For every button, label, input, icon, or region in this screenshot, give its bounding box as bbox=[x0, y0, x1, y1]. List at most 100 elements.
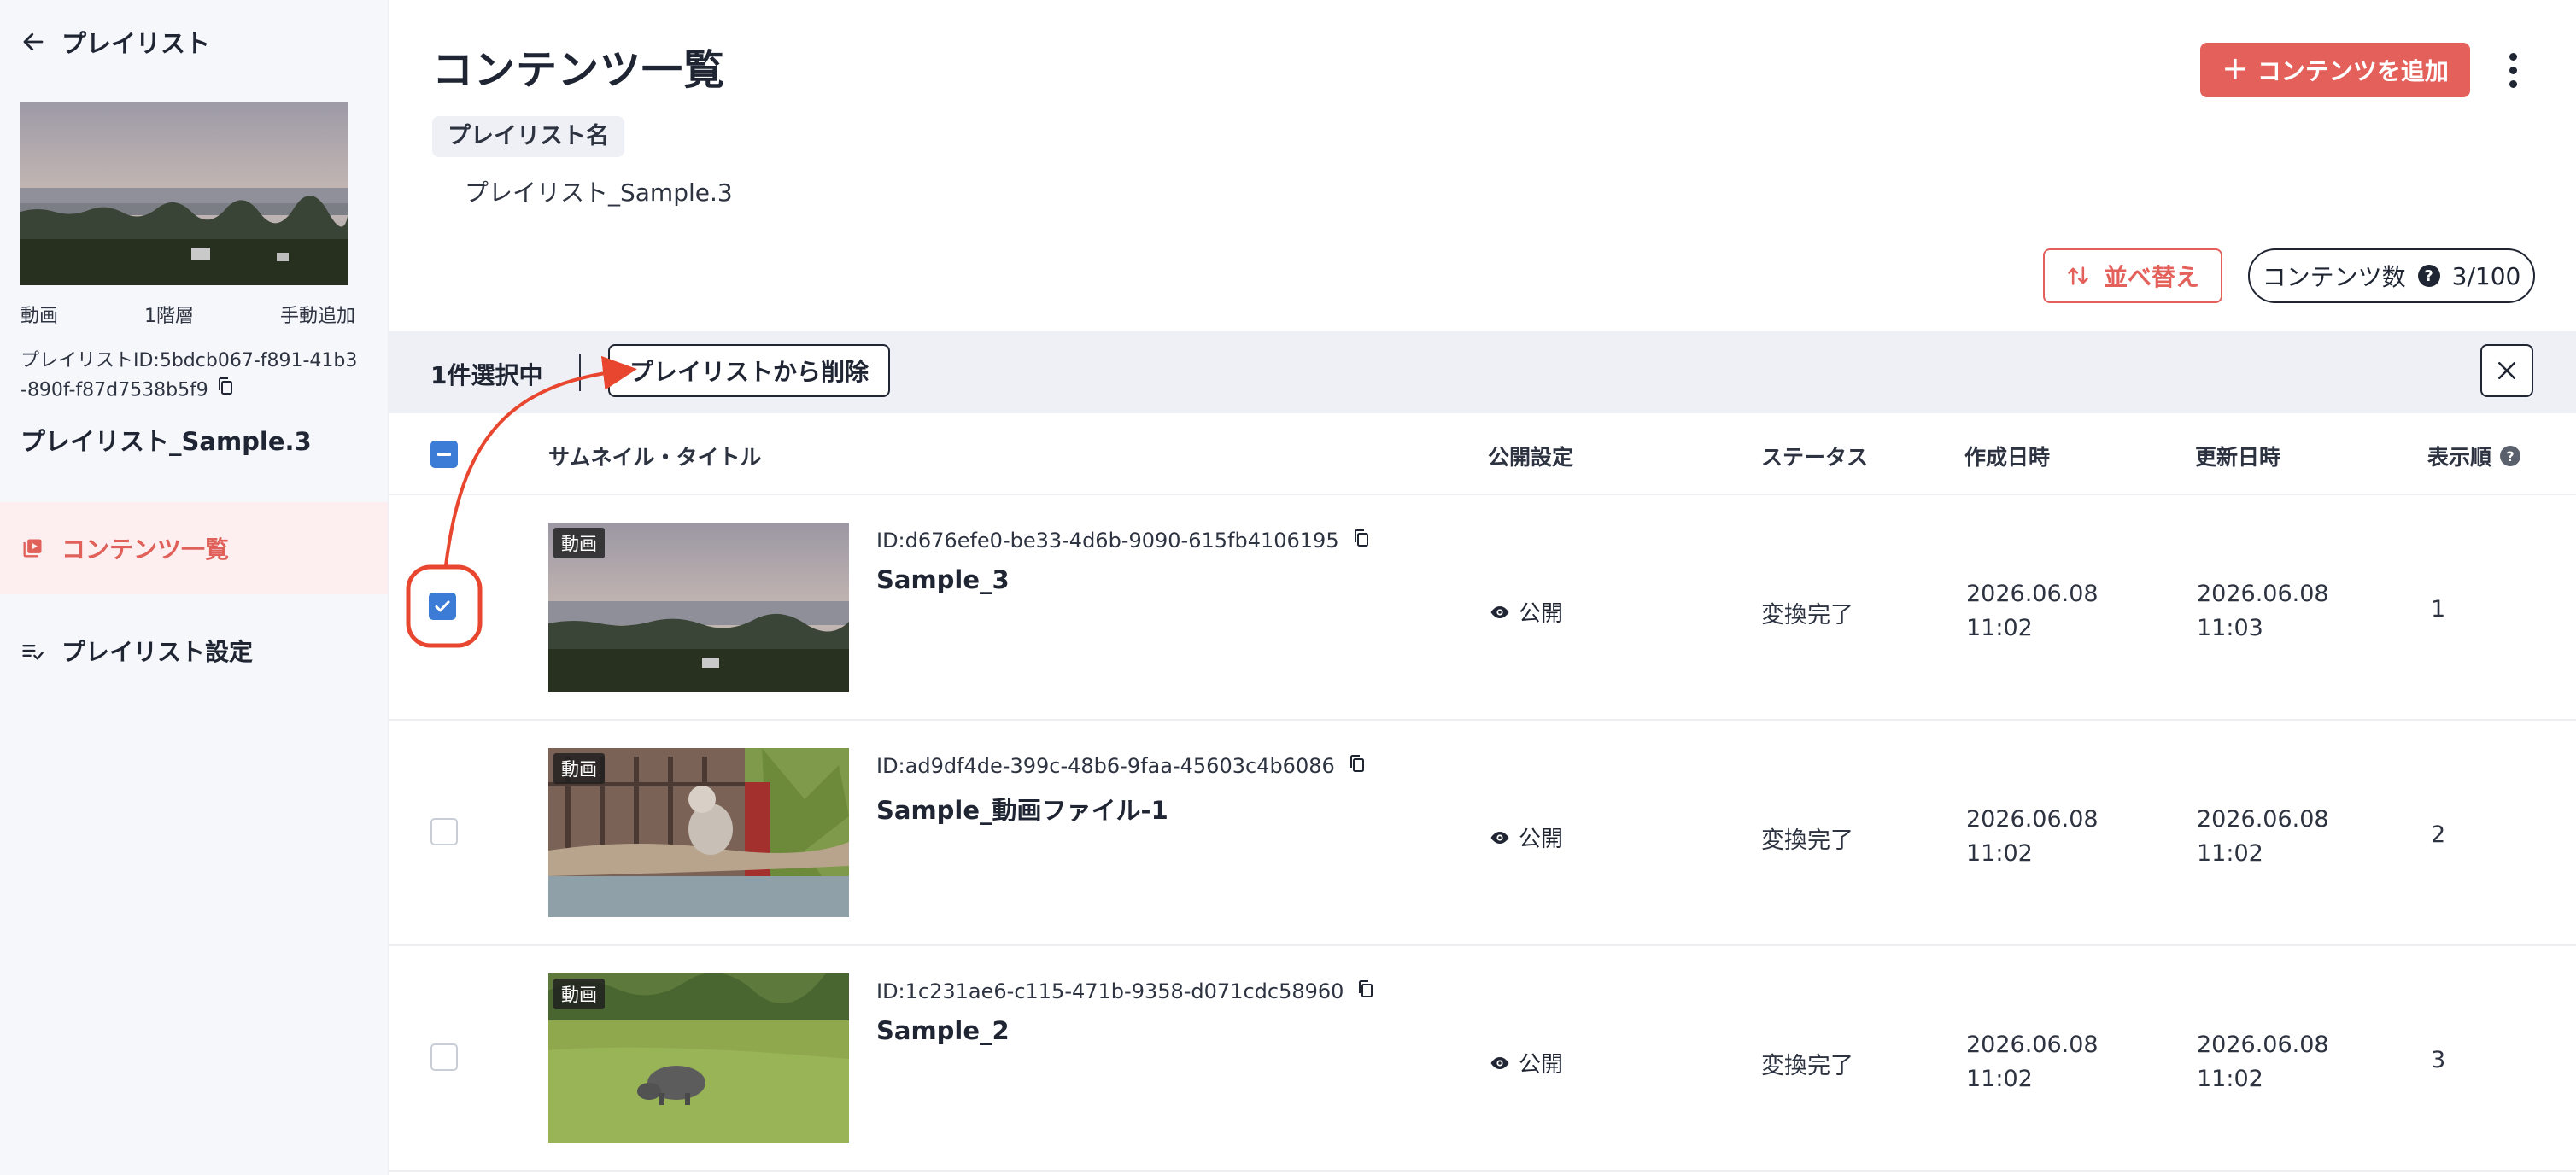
page-title: コンテンツ一覧 bbox=[432, 46, 726, 94]
table-row[interactable]: 動画 ID:ad9df4de-399c-48b6-9faa-45603c4b60… bbox=[389, 721, 2576, 946]
content-id: ID:1c231ae6-c115-471b-9358-d071cdc58960 bbox=[876, 979, 1376, 1004]
add-content-button[interactable]: + コンテンツを追加 bbox=[2200, 43, 2470, 97]
table-header: サムネイル・タイトル 公開設定 ステータス 作成日時 更新日時 表示順 ? bbox=[389, 413, 2576, 495]
content-thumbnail[interactable]: 動画 bbox=[548, 748, 849, 917]
question-circle-icon[interactable]: ? bbox=[2417, 265, 2440, 287]
clear-selection-button[interactable] bbox=[2480, 344, 2533, 397]
playlist-id: プレイリストID:5bdcb067-f891-41b3-890f-f87d753… bbox=[20, 347, 362, 406]
eye-icon bbox=[1490, 831, 1509, 844]
arrow-left-icon bbox=[23, 32, 44, 51]
column-header-status: ステータス bbox=[1761, 445, 1869, 470]
sort-arrows-icon bbox=[2068, 266, 2088, 285]
column-header-order-label: 表示順 bbox=[2427, 445, 2492, 470]
content-title[interactable]: Sample_動画ファイル-1 bbox=[876, 791, 1168, 827]
sidebar-item-contents-label: コンテンツ一覧 bbox=[61, 535, 230, 564]
meta-method: 手動追加 bbox=[279, 306, 355, 327]
display-order: 1 bbox=[2431, 596, 2446, 623]
content-id: ID:ad9df4de-399c-48b6-9faa-45603c4b6086 bbox=[876, 753, 1367, 779]
content-thumbnail[interactable]: 動画 bbox=[548, 523, 849, 692]
updated-datetime: 2026.06.08 11:03 bbox=[2197, 577, 2329, 646]
checkmark-icon bbox=[435, 600, 450, 612]
sort-label: 並べ替え bbox=[2103, 263, 2199, 291]
meta-level: 1階層 bbox=[144, 306, 194, 327]
updated-datetime: 2026.06.08 11:02 bbox=[2197, 803, 2329, 871]
publish-label: 公開 bbox=[1519, 1052, 1564, 1078]
plus-icon: + bbox=[2222, 50, 2249, 87]
selection-bar: 1件選択中 プレイリストから削除 bbox=[389, 331, 2576, 413]
main-content: コンテンツ一覧 プレイリスト名 プレイリスト_Sample.3 + コンテンツを… bbox=[389, 0, 2576, 1175]
publish-setting: 公開 bbox=[1490, 1047, 1563, 1079]
display-order: 3 bbox=[2431, 1047, 2446, 1073]
selection-count: 1件選択中 bbox=[430, 361, 543, 389]
more-vertical-icon bbox=[2509, 52, 2517, 61]
created-time: 11:02 bbox=[1966, 615, 2033, 641]
updated-date: 2026.06.08 bbox=[2197, 1032, 2329, 1058]
copy-icon[interactable] bbox=[1347, 753, 1367, 779]
sidebar-item-playlist-settings[interactable]: プレイリスト設定 bbox=[0, 605, 388, 697]
add-content-label: コンテンツを追加 bbox=[2257, 57, 2449, 85]
publish-label: 公開 bbox=[1519, 601, 1564, 627]
close-icon bbox=[2498, 362, 2515, 379]
created-date: 2026.06.08 bbox=[1966, 1032, 2099, 1058]
row-checkbox[interactable] bbox=[430, 818, 458, 845]
playlist-name-value: プレイリスト_Sample.3 bbox=[465, 178, 733, 207]
updated-time: 11:02 bbox=[2197, 840, 2263, 867]
column-header-created: 作成日時 bbox=[1964, 445, 2051, 470]
back-label: プレイリスト bbox=[61, 29, 211, 58]
status-text: 変換完了 bbox=[1761, 602, 1853, 628]
more-menu-button[interactable] bbox=[2496, 44, 2530, 96]
column-header-updated: 更新日時 bbox=[2195, 445, 2281, 470]
updated-date: 2026.06.08 bbox=[2197, 806, 2329, 833]
created-datetime: 2026.06.08 11:02 bbox=[1966, 803, 2099, 871]
playlist-id-text: プレイリストID:5bdcb067-f891-41b3-890f-f87d753… bbox=[20, 350, 358, 401]
remove-from-playlist-button[interactable]: プレイリストから削除 bbox=[608, 344, 890, 397]
column-header-thumbnail-title: サムネイル・タイトル bbox=[548, 445, 762, 470]
content-id: ID:d676efe0-be33-4d6b-9090-615fb4106195 bbox=[876, 528, 1372, 553]
sidebar-item-contents[interactable]: コンテンツ一覧 bbox=[0, 502, 388, 594]
sidebar: プレイリスト 動画 1階層 手動追加 プレイリストID:5bdcb067-f89… bbox=[0, 0, 389, 1175]
playlist-name-label: プレイリスト名 bbox=[432, 116, 624, 157]
sort-button[interactable]: 並べ替え bbox=[2043, 248, 2222, 303]
row-checkbox[interactable] bbox=[430, 1043, 458, 1071]
created-datetime: 2026.06.08 11:02 bbox=[1966, 577, 2099, 646]
display-order: 2 bbox=[2431, 821, 2446, 848]
publish-setting: 公開 bbox=[1490, 596, 1563, 628]
question-circle-icon[interactable]: ? bbox=[2500, 446, 2521, 466]
table-row[interactable]: 動画 ID:1c231ae6-c115-471b-9358-d071cdc589… bbox=[389, 946, 2576, 1172]
updated-datetime: 2026.06.08 11:02 bbox=[2197, 1028, 2329, 1096]
playlist-name: プレイリスト_Sample.3 bbox=[20, 427, 312, 456]
content-count-pill: コンテンツ数 ? 3/100 bbox=[2248, 248, 2535, 303]
copy-icon[interactable] bbox=[215, 376, 236, 406]
copy-icon[interactable] bbox=[1351, 528, 1372, 553]
publish-label: 公開 bbox=[1519, 827, 1564, 852]
row-checkbox[interactable] bbox=[429, 593, 456, 620]
selection-divider bbox=[579, 354, 581, 391]
playlist-thumbnail bbox=[20, 102, 348, 285]
back-to-playlists-link[interactable]: プレイリスト bbox=[20, 24, 210, 60]
created-date: 2026.06.08 bbox=[1966, 581, 2099, 607]
content-id-text: ID:1c231ae6-c115-471b-9358-d071cdc58960 bbox=[876, 979, 1344, 1003]
content-type-badge: 動画 bbox=[553, 753, 605, 784]
eye-icon bbox=[1490, 1056, 1509, 1069]
select-all-checkbox[interactable] bbox=[430, 441, 458, 468]
updated-time: 11:02 bbox=[2197, 1066, 2263, 1092]
content-count-value: 3/100 bbox=[2451, 261, 2521, 290]
content-title[interactable]: Sample_3 bbox=[876, 565, 1010, 594]
table-row[interactable]: 動画 ID:d676efe0-be33-4d6b-9090-615fb41061… bbox=[389, 495, 2576, 721]
content-title[interactable]: Sample_2 bbox=[876, 1016, 1010, 1045]
status-text: 変換完了 bbox=[1761, 827, 1853, 854]
video-library-icon bbox=[23, 539, 42, 558]
updated-time: 11:03 bbox=[2197, 615, 2263, 641]
column-header-order: 表示順 ? bbox=[2427, 441, 2521, 471]
copy-icon[interactable] bbox=[1355, 979, 1376, 1004]
content-count-label: コンテンツ数 bbox=[2262, 263, 2406, 291]
column-header-publish: 公開設定 bbox=[1488, 445, 1574, 470]
content-type-badge: 動画 bbox=[553, 979, 605, 1009]
created-date: 2026.06.08 bbox=[1966, 806, 2099, 833]
content-thumbnail[interactable]: 動画 bbox=[548, 973, 849, 1143]
content-id-text: ID:d676efe0-be33-4d6b-9090-615fb4106195 bbox=[876, 529, 1339, 552]
status-text: 変換完了 bbox=[1761, 1053, 1853, 1079]
sidebar-item-settings-label: プレイリスト設定 bbox=[61, 638, 254, 666]
created-time: 11:02 bbox=[1966, 1066, 2033, 1092]
updated-date: 2026.06.08 bbox=[2197, 581, 2329, 607]
